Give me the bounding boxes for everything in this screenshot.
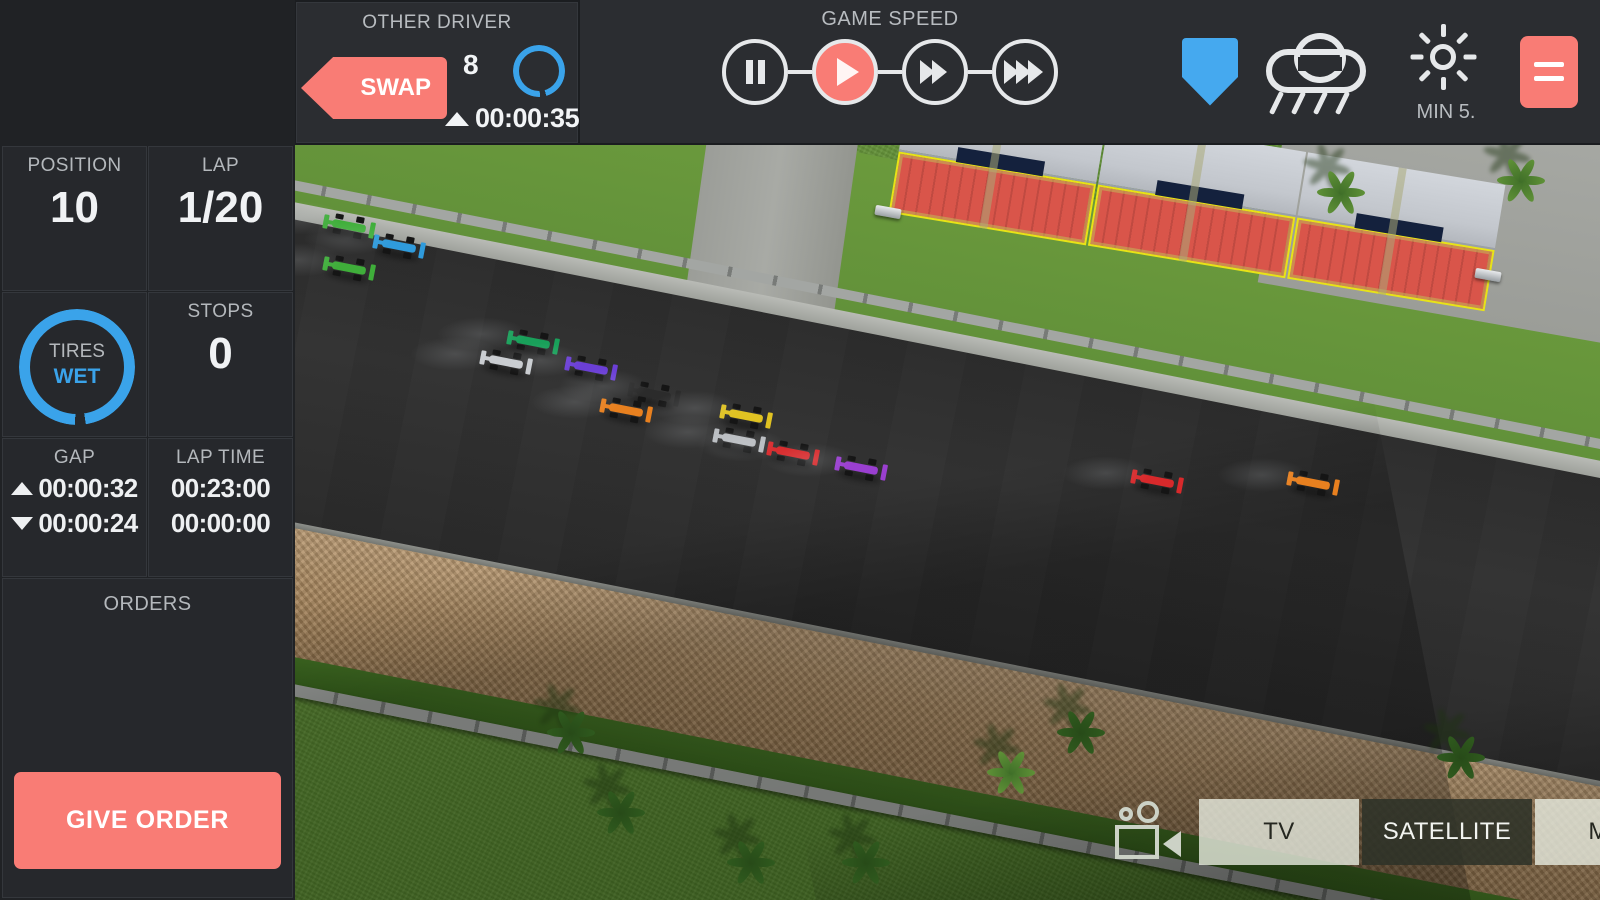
plant [1055,705,1109,759]
tab-tv[interactable]: TV [1198,799,1359,865]
lap-value: 1/20 [177,183,264,232]
lap-cell: LAP 1/20 [148,146,293,291]
game-speed-title: GAME SPEED [821,8,959,30]
very-fast-forward-button[interactable] [992,39,1058,105]
video-camera-icon [1113,801,1181,863]
plant [1435,730,1489,784]
stops-cell: STOPS 0 [148,292,293,437]
tire-spray [765,443,855,477]
other-driver-panel: OTHER DRIVER SWAP 8 00:00:35 [296,2,580,143]
gap-behind-row: 00:00:24 [3,508,146,539]
fast-forward-button[interactable] [902,39,968,105]
give-order-button[interactable]: GIVE ORDER [14,772,281,869]
pause-icon [745,60,765,84]
tab-satellite[interactable]: SATELLITE [1361,799,1532,865]
speed-connector [878,70,902,74]
sidebar: POSITION 10 LAP 1/20 TIRES WET STOPS 0 G… [0,0,295,900]
plant [1495,153,1549,207]
plant [725,835,779,889]
weather-panel: MIN 5. [1180,0,1600,143]
gap-cell: GAP 00:00:32 00:00:24 [2,438,147,577]
tire-spray [495,343,585,377]
game-viewport[interactable]: TV SATELLITE MAP LIVE TIMES [295,145,1600,900]
sun-forecast: MIN 5. [1398,22,1494,123]
stops-value: 0 [208,329,233,378]
plant [1315,165,1369,219]
lap-time-label: LAP TIME [175,447,266,468]
triangle-up-icon [11,482,34,495]
play-button[interactable] [812,39,878,105]
plant [985,745,1039,799]
lap-time-current: 00:00:00 [170,508,271,538]
race-strategy-screen: TV SATELLITE MAP LIVE TIMES SELECTED DRI… [0,0,1600,900]
lap-time-last: 00:23:00 [170,473,271,503]
tab-map[interactable]: MAP [1535,799,1600,865]
lap-time-cell: LAP TIME 00:23:00 00:00:00 [148,438,293,577]
position-cell: POSITION 10 [2,146,147,291]
hamburger-menu-button[interactable] [1520,35,1578,108]
lap-label: LAP [201,155,240,176]
tire-spray [530,385,620,419]
play-icon [837,58,859,86]
position-label: POSITION [27,155,122,176]
triangle-down-icon [11,517,34,530]
gap-label: GAP [53,447,96,468]
sun-icon [1430,43,1456,70]
other-driver-title: OTHER DRIVER [362,12,512,33]
forecast-label: MIN 5. [1416,100,1476,123]
rain-cloud-icon [1264,29,1372,115]
other-driver-gap-value: 00:00:35 [475,103,580,133]
orders-label: ORDERS [103,593,192,615]
swap-button[interactable]: SWAP [301,57,447,119]
stops-label: STOPS [187,301,254,322]
gap-ahead-value: 00:00:32 [38,473,138,503]
very-fast-forward-icon [1004,60,1043,84]
pause-button[interactable] [722,39,788,105]
tire-wear-ring-icon [513,45,565,97]
fast-forward-icon [920,60,947,84]
gap-behind-value: 00:00:24 [38,508,138,538]
tires-cell[interactable]: TIRES WET [2,292,147,437]
plant [595,785,649,839]
view-tab-bar[interactable]: TV SATELLITE MAP LIVE TIMES [1113,799,1600,865]
wet-track-shield-icon [1182,37,1238,106]
tire-compound: WET [53,365,101,388]
position-value: 10 [50,183,99,232]
gap-ahead-row: 00:00:32 [3,473,146,504]
other-driver-position: 8 [463,49,479,80]
tires-label: TIRES [49,341,105,362]
other-driver-gap: 00:00:35 [445,103,580,134]
triangle-up-icon [445,111,469,126]
plant [840,835,894,889]
tire-spray [1061,456,1151,490]
speed-connector [968,70,992,74]
game-speed-panel: GAME SPEED [580,0,1200,143]
speed-connector [788,70,812,74]
tire-spray [1217,458,1307,492]
plant [545,705,599,759]
